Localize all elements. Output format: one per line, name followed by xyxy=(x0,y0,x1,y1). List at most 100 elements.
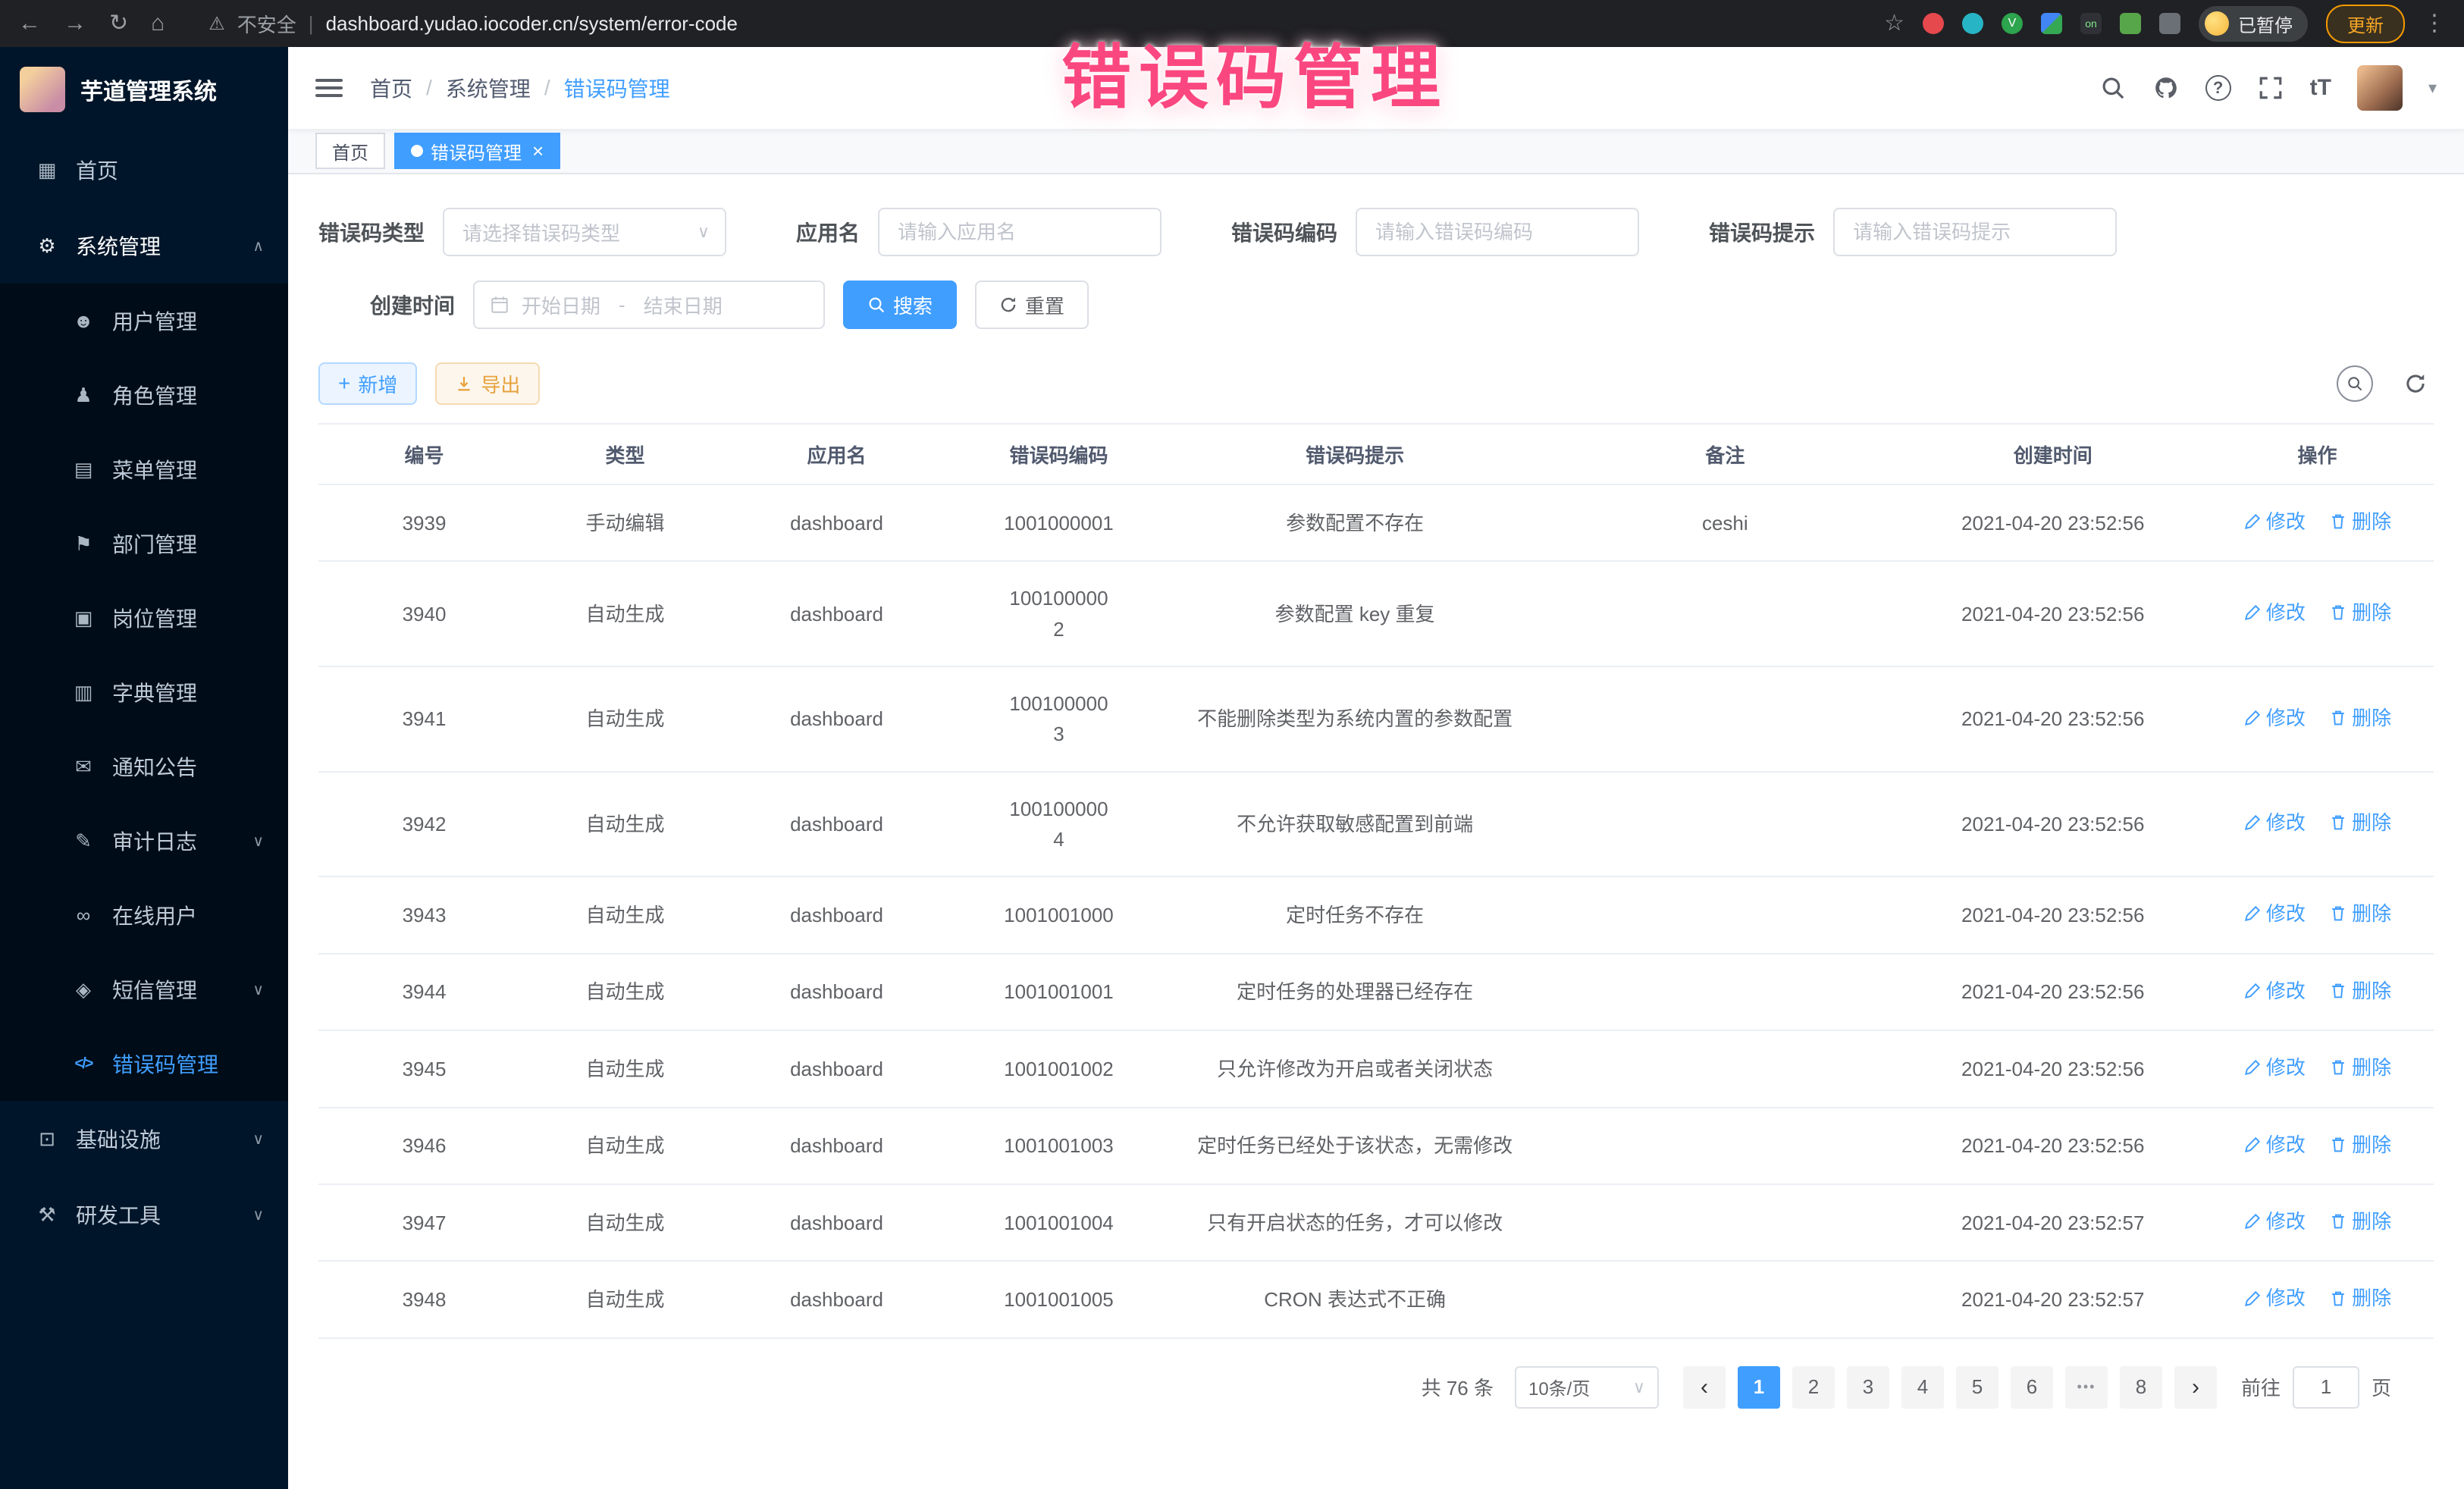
fullscreen-icon[interactable] xyxy=(2257,74,2284,102)
page-button-8[interactable]: 8 xyxy=(2120,1366,2162,1409)
edit-link[interactable]: 修改 xyxy=(2243,703,2306,733)
toggle-search-icon[interactable] xyxy=(2337,365,2373,402)
address-bar[interactable]: ⚠ 不安全 | dashboard.yudao.iocoder.cn/syste… xyxy=(208,10,738,38)
cell-remark xyxy=(1545,1030,1904,1107)
tab-home[interactable]: 首页 xyxy=(315,133,385,169)
back-icon[interactable]: ← xyxy=(18,12,41,35)
page-button-3[interactable]: 3 xyxy=(1847,1366,1889,1409)
page-button-2[interactable]: 2 xyxy=(1792,1366,1835,1409)
prev-page-button[interactable]: ‹ xyxy=(1683,1366,1726,1409)
edit-link[interactable]: 修改 xyxy=(2243,976,2306,1006)
sidebar-item-error-code[interactable]: </> 错误码管理 xyxy=(0,1027,288,1101)
add-button[interactable]: + 新增 xyxy=(318,362,417,405)
collapse-sidebar-icon[interactable] xyxy=(315,79,343,97)
error-type-select[interactable]: 请选择错误码类型 ∨ xyxy=(443,208,726,256)
refresh-table-icon[interactable] xyxy=(2397,365,2434,402)
toolbar-right-icons xyxy=(2337,365,2434,402)
delete-link[interactable]: 删除 xyxy=(2329,1283,2391,1313)
extension-icon-teal[interactable] xyxy=(1962,13,1983,34)
edit-link[interactable]: 修改 xyxy=(2243,898,2306,929)
extension-icon-green[interactable]: V xyxy=(2002,13,2023,34)
sidebar-item-notice[interactable]: ✉ 通知公告 xyxy=(0,729,288,804)
sidebar-item-audit-log[interactable]: ✎ 审计日志 ∨ xyxy=(0,804,288,878)
delete-link[interactable]: 删除 xyxy=(2329,597,2391,628)
close-icon[interactable]: × xyxy=(532,141,544,161)
user-avatar[interactable] xyxy=(2357,65,2403,111)
sidebar-item-online-users[interactable]: ∞ 在线用户 xyxy=(0,878,288,952)
search-icon xyxy=(867,296,886,314)
delete-link[interactable]: 删除 xyxy=(2329,1206,2391,1237)
github-icon[interactable] xyxy=(2152,74,2180,102)
error-msg-input[interactable] xyxy=(1833,208,2117,256)
forward-icon[interactable]: → xyxy=(64,12,86,35)
page-button-4[interactable]: 4 xyxy=(1901,1366,1944,1409)
breadcrumb-home[interactable]: 首页 xyxy=(370,73,412,103)
sidebar-item-dev-tools[interactable]: ⚒ 研发工具 ∨ xyxy=(0,1177,288,1252)
edit-link[interactable]: 修改 xyxy=(2243,1130,2306,1160)
delete-link[interactable]: 删除 xyxy=(2329,703,2391,733)
sidebar-item-system[interactable]: ⚙ 系统管理 ∧ xyxy=(0,208,288,284)
date-range-picker[interactable]: 开始日期 - 结束日期 xyxy=(473,281,825,329)
tab-label: 错误码管理 xyxy=(431,138,522,165)
sidebar-item-label: 短信管理 xyxy=(112,974,197,1005)
next-page-button[interactable]: › xyxy=(2174,1366,2217,1409)
profile-paused-badge[interactable]: 已暂停 xyxy=(2199,6,2308,42)
extension-icon-leaf[interactable] xyxy=(2120,13,2141,34)
edit-link[interactable]: 修改 xyxy=(2243,597,2306,628)
browser-menu-icon[interactable]: ⋮ xyxy=(2423,12,2446,35)
app-name-input[interactable] xyxy=(878,208,1161,256)
reset-button[interactable]: 重置 xyxy=(975,281,1089,329)
sidebar-item-menus[interactable]: ▤ 菜单管理 xyxy=(0,432,288,506)
browser-update-button[interactable]: 更新 xyxy=(2326,5,2405,43)
reload-icon[interactable]: ↻ xyxy=(109,12,128,35)
edit-link[interactable]: 修改 xyxy=(2243,1052,2306,1083)
edit-link[interactable]: 修改 xyxy=(2243,807,2306,838)
sidebar-item-posts[interactable]: ▣ 岗位管理 xyxy=(0,581,288,655)
edit-link[interactable]: 修改 xyxy=(2243,1283,2306,1313)
more-pages-button[interactable]: ••• xyxy=(2065,1366,2108,1409)
avatar-caret-icon[interactable]: ▾ xyxy=(2428,78,2437,98)
extension-icon-red[interactable] xyxy=(1923,13,1944,34)
error-code-input[interactable] xyxy=(1356,208,1639,256)
sidebar-item-dict[interactable]: ▥ 字典管理 xyxy=(0,655,288,729)
page-button-1[interactable]: 1 xyxy=(1738,1366,1780,1409)
edit-link[interactable]: 修改 xyxy=(2243,506,2306,537)
delete-link[interactable]: 删除 xyxy=(2329,506,2391,537)
help-icon[interactable]: ? xyxy=(2205,75,2231,101)
delete-link[interactable]: 删除 xyxy=(2329,1052,2391,1083)
extension-icon-on[interactable]: on xyxy=(2080,13,2102,34)
extensions-puzzle-icon[interactable] xyxy=(2159,13,2180,34)
sidebar-item-users[interactable]: ☻ 用户管理 xyxy=(0,284,288,358)
delete-link[interactable]: 删除 xyxy=(2329,1130,2391,1160)
page-size-select[interactable]: 10条/页 ∨ xyxy=(1515,1366,1659,1409)
extension-icon-grid[interactable] xyxy=(2041,13,2062,34)
page-button-6[interactable]: 6 xyxy=(2011,1366,2053,1409)
tab-error-code[interactable]: 错误码管理 × xyxy=(394,133,560,169)
delete-link[interactable]: 删除 xyxy=(2329,807,2391,838)
search-button[interactable]: 搜索 xyxy=(843,281,957,329)
breadcrumb-system[interactable]: 系统管理 xyxy=(446,73,531,103)
font-size-icon[interactable]: tT xyxy=(2310,75,2331,101)
url-text[interactable]: dashboard.yudao.iocoder.cn/system/error-… xyxy=(326,12,738,36)
page-button-5[interactable]: 5 xyxy=(1956,1366,1998,1409)
sidebar-item-departments[interactable]: ⚑ 部门管理 xyxy=(0,506,288,581)
create-time-label: 创建时间 xyxy=(370,290,455,320)
sidebar-item-infrastructure[interactable]: ⊡ 基础设施 ∨ xyxy=(0,1101,288,1177)
sidebar-item-label: 研发工具 xyxy=(76,1199,161,1230)
goto-page-input[interactable] xyxy=(2293,1366,2359,1409)
delete-link[interactable]: 删除 xyxy=(2329,976,2391,1006)
cell-app: dashboard xyxy=(720,1261,953,1337)
sidebar-item-home[interactable]: ▦ 首页 xyxy=(0,132,288,208)
sidebar-item-label: 审计日志 xyxy=(112,826,197,856)
search-icon[interactable] xyxy=(2099,74,2127,102)
edit-link[interactable]: 修改 xyxy=(2243,1206,2306,1237)
cell-code: 1001000001 xyxy=(953,484,1165,561)
home-icon[interactable]: ⌂ xyxy=(151,12,165,35)
bookmark-star-icon[interactable]: ☆ xyxy=(1884,12,1904,35)
sidebar-item-sms[interactable]: ◈ 短信管理 ∨ xyxy=(0,952,288,1027)
sidebar-item-roles[interactable]: ♟ 角色管理 xyxy=(0,358,288,432)
cell-msg: CRON 表达式不正确 xyxy=(1165,1261,1545,1337)
delete-link[interactable]: 删除 xyxy=(2329,898,2391,929)
cell-time: 2021-04-20 23:52:56 xyxy=(1904,561,2201,666)
export-button[interactable]: 导出 xyxy=(435,362,540,405)
